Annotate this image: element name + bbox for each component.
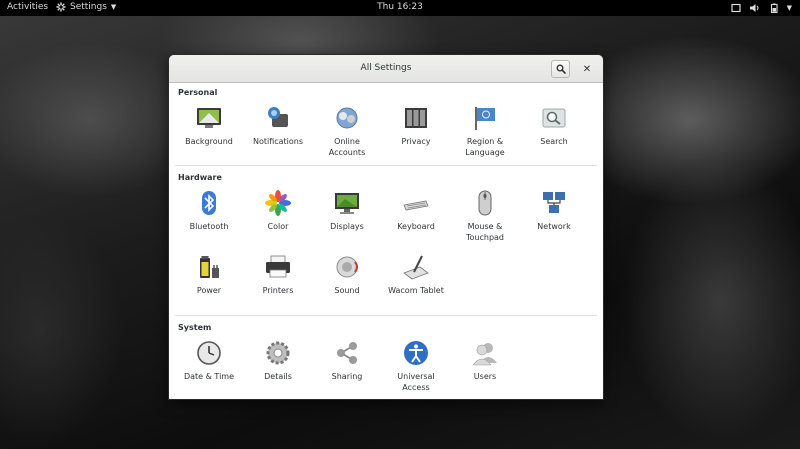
panel-label: Search (540, 137, 568, 146)
panel-power[interactable]: Power (176, 253, 242, 296)
panel-label: Online Accounts (328, 137, 366, 157)
panel-bluetooth[interactable]: Bluetooth (176, 189, 242, 232)
panel-region-language[interactable]: Region & Language (452, 104, 518, 158)
section-title-personal: Personal (178, 88, 218, 97)
accessibility-icon (404, 341, 428, 365)
panel-sharing[interactable]: Sharing (314, 339, 380, 382)
panel-label: Date & Time (183, 372, 235, 381)
notifications-icon (268, 107, 288, 127)
activities-button[interactable]: Activities (7, 2, 48, 12)
panel-label: Color (267, 222, 289, 231)
color-icon (265, 190, 291, 216)
panel-label: Power (196, 286, 222, 295)
panel-background[interactable]: Background (176, 104, 242, 147)
panel-label: Sound (334, 286, 360, 295)
gear-icon (266, 341, 290, 365)
panel-users[interactable]: Users (452, 339, 518, 382)
panel-details[interactable]: Details (245, 339, 311, 382)
panel-mouse-touchpad[interactable]: Mouse & Touchpad (452, 189, 518, 243)
panel-network[interactable]: Network (521, 189, 587, 232)
search-icon (542, 108, 566, 128)
header-bar: All Settings ✕ (169, 55, 603, 83)
background-icon (197, 108, 221, 128)
panel-printers[interactable]: Printers (245, 253, 311, 296)
region-flag-icon (475, 107, 495, 130)
section-divider (175, 165, 597, 166)
app-menu-label: Settings (70, 2, 107, 12)
panel-search[interactable]: Search (521, 104, 587, 147)
panel-label: Background (185, 137, 233, 146)
displays-icon (335, 193, 359, 214)
panel-universal-access[interactable]: Universal Access (383, 339, 449, 393)
volume-icon (749, 4, 759, 12)
window-title: All Settings (360, 63, 412, 73)
panel-label: Mouse & Touchpad (465, 222, 505, 242)
close-button[interactable]: ✕ (579, 61, 595, 77)
panel-label: Wacom Tablet (388, 286, 444, 295)
panel-online-accounts[interactable]: Online Accounts (314, 104, 380, 158)
settings-window: All Settings ✕ Personal Background Notif… (169, 55, 603, 399)
bluetooth-icon (202, 191, 216, 215)
search-button[interactable] (551, 60, 570, 78)
panel-keyboard[interactable]: Keyboard (383, 189, 449, 232)
panel-label: Network (537, 222, 571, 231)
users-icon (472, 343, 497, 366)
clock-icon (197, 341, 221, 365)
network-icon (543, 192, 565, 213)
panel-label: Users (473, 372, 497, 381)
online-accounts-icon (336, 107, 358, 129)
chevron-down-icon: ▼ (786, 4, 792, 12)
search-icon (556, 64, 566, 74)
printer-icon (266, 255, 290, 278)
top-bar: Activities Settings ▼ Thu 16:23 ▼ (0, 0, 800, 16)
battery-icon (770, 3, 778, 13)
panel-label: Sharing (331, 372, 363, 381)
panel-label: Displays (330, 222, 364, 231)
panel-label: Privacy (401, 137, 431, 146)
close-icon: ✕ (582, 63, 592, 75)
panel-label: Keyboard (397, 222, 435, 231)
panel-label: Notifications (252, 137, 304, 146)
panel-sound[interactable]: Sound (314, 253, 380, 296)
settings-app-icon (56, 2, 66, 12)
section-title-system: System (178, 323, 212, 332)
panel-label: Bluetooth (189, 222, 229, 231)
panel-date-time[interactable]: Date & Time (176, 339, 242, 382)
panel-label: Region & Language (465, 137, 505, 157)
system-tray[interactable]: ▼ (731, 2, 792, 14)
app-menu[interactable]: Settings ▼ (56, 2, 116, 12)
section-divider (175, 315, 597, 316)
share-icon (337, 342, 357, 364)
panel-displays[interactable]: Displays (314, 189, 380, 232)
keyboard-icon (403, 200, 429, 211)
clock[interactable]: Thu 16:23 (377, 2, 423, 12)
panel-label: Universal Access (397, 372, 435, 392)
panel-label: Printers (262, 286, 294, 295)
panel-color[interactable]: Color (245, 189, 311, 232)
section-title-hardware: Hardware (178, 173, 222, 182)
sound-icon (336, 256, 358, 278)
chevron-down-icon: ▼ (110, 3, 117, 11)
panel-label: Details (264, 372, 292, 381)
wacom-tablet-icon (403, 255, 429, 280)
power-icon (200, 256, 219, 278)
panel-wacom-tablet[interactable]: Wacom Tablet (383, 253, 449, 296)
panel-privacy[interactable]: Privacy (383, 104, 449, 147)
mouse-icon (478, 190, 492, 216)
display-icon (731, 3, 741, 13)
panel-notifications[interactable]: Notifications (245, 104, 311, 147)
privacy-icon (405, 108, 427, 128)
